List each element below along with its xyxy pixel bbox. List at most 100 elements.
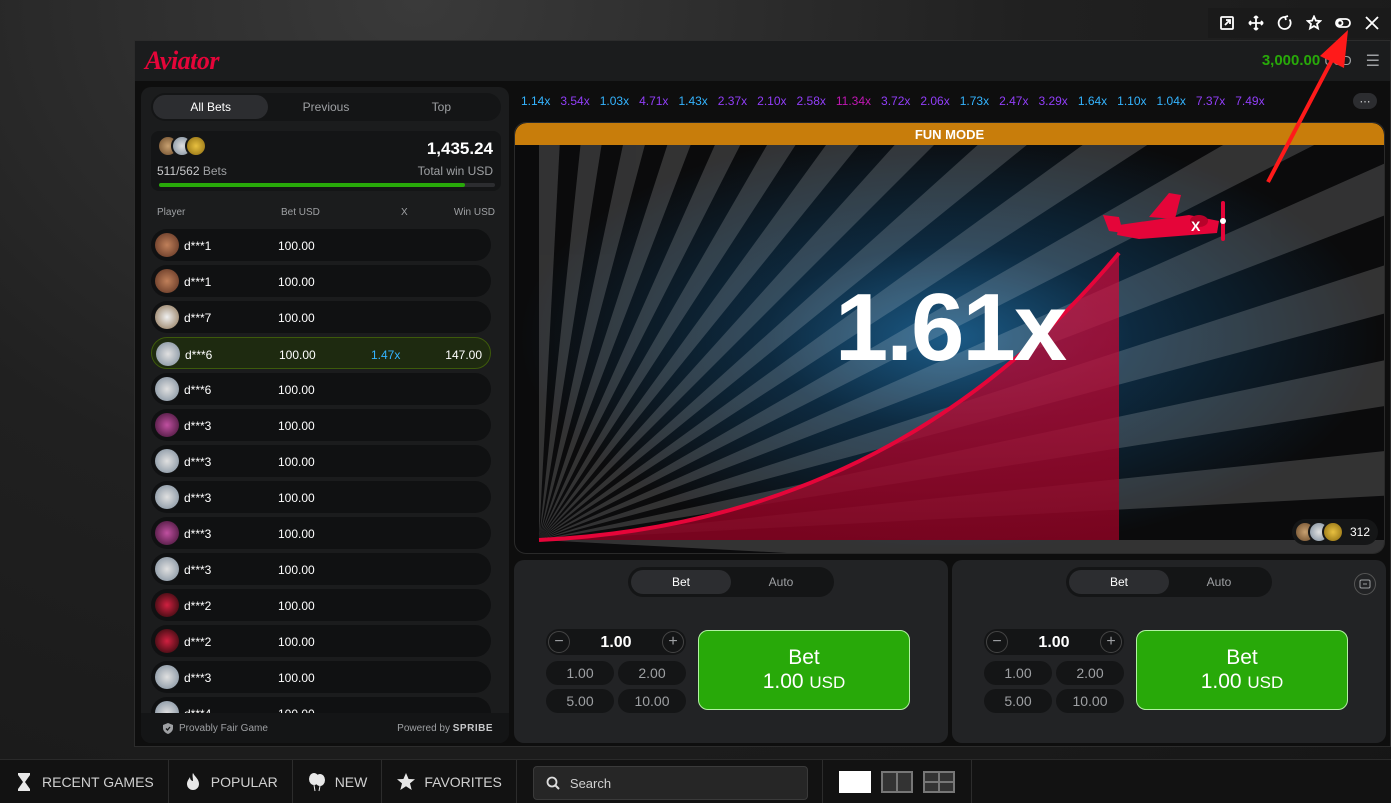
provably-fair-label: Provably Fair Game [179,722,268,734]
provably-fair-link[interactable]: Provably Fair Game [163,722,268,734]
bet-amount: 100.00 [278,599,315,613]
nav-new[interactable]: NEW [293,760,383,803]
player-name: d***3 [184,455,212,469]
bet-row: d***3 100.00 [151,445,491,477]
tab-bet[interactable]: Bet [1069,570,1169,594]
quick-amount-button[interactable]: 2.00 [618,661,686,685]
hamburger-menu-icon[interactable]: ☰ [1366,51,1380,71]
nav-new-label: NEW [334,773,368,790]
layout-two-button[interactable] [880,770,913,793]
history-multiplier: 1.04x [1156,94,1186,108]
history-multiplier: 1.03x [599,94,630,108]
bet-mode-tabs: Bet Auto [1066,567,1272,597]
history-multiplier: 7.37x [1195,94,1226,108]
nav-recent-games[interactable]: RECENT GAMES [0,760,169,803]
quick-amount-button[interactable]: 5.00 [546,689,614,713]
bet-button[interactable]: Bet 1.00 USD [1136,630,1348,710]
remove-bet-panel-button[interactable] [1354,573,1376,595]
sunburst-ray [539,540,1384,553]
history-multiplier: 1.64x [1077,94,1108,108]
bet-mode-tabs: Bet Auto [628,567,834,597]
fun-mode-banner: FUN MODE [515,123,1384,145]
bet-amount: 100.00 [278,635,315,649]
balloons-icon [308,772,325,791]
bottom-nav: RECENT GAMES POPULAR NEW FAVORITES [0,759,1391,803]
avatar [155,305,179,329]
increase-button[interactable]: + [1100,631,1122,653]
bet-amount: 100.00 [278,419,315,433]
bets-progress-fill [159,183,465,187]
quick-amount-button[interactable]: 5.00 [984,689,1052,713]
open-external-icon[interactable] [1216,12,1238,34]
avatar [1321,521,1344,543]
layout-switcher [821,760,972,803]
close-icon[interactable] [1361,12,1383,34]
player-name: d***3 [184,419,212,433]
bets-progress-bar [159,183,495,187]
bet-button[interactable]: Bet 1.00 USD [698,630,910,710]
quick-amount-button[interactable]: 10.00 [618,689,686,713]
layout-four-button[interactable] [922,770,955,793]
quick-amount-button[interactable]: 1.00 [546,661,614,685]
avatar [155,665,179,689]
bet-panel-2: Bet Auto − 1.00 + 1.00 2.00 5.00 10.00 B… [952,560,1386,743]
tab-all-bets[interactable]: All Bets [153,95,269,119]
bet-button-value: 1.00 [1200,670,1242,693]
bet-button-amount: 1.00 USD [763,670,846,694]
game-header: Aviator 3,000.00USD ☰ [135,41,1390,81]
avatar [156,342,180,366]
total-win-value: 1,435.24 [426,139,493,158]
avatar [155,413,179,437]
col-player: Player [157,207,186,218]
search-input[interactable] [569,775,790,791]
increase-button[interactable]: + [662,631,684,653]
tab-bet[interactable]: Bet [631,570,731,594]
player-name: d***6 [184,383,212,397]
player-name: d***1 [184,275,212,289]
hourglass-icon [18,772,30,791]
tab-auto[interactable]: Auto [731,570,831,594]
minus-box-icon [1359,579,1371,589]
history-multiplier: 1.14x [521,94,551,108]
history-multiplier: 3.29x [1038,94,1068,108]
bet-amount: 100.00 [278,671,315,685]
multiplier-history: 1.14x 3.54x 1.03x 4.71x 1.43x 2.37x 2.10x 2.58x… [521,89,1351,113]
nav-popular[interactable]: POPULAR [169,760,293,803]
avatar [155,629,179,653]
flame-icon [186,772,199,790]
player-name: d***3 [184,563,212,577]
bet-amount: 100.00 [278,455,315,469]
online-players: 312 [1291,519,1378,545]
player-name: d***6 [185,348,213,362]
bet-amount-stepper: − 1.00 + [984,629,1124,655]
bets-panel: All Bets Previous Top 511/562 Bets 1,435… [141,87,509,743]
quick-amount-button[interactable]: 10.00 [1056,689,1124,713]
bets-count: 511/562 Bets [157,164,227,178]
powered-by-label: Powered by [397,722,450,734]
history-multiplier: 2.10x [757,94,787,108]
layout-single-button[interactable] [838,770,871,793]
history-multiplier: 2.37x [717,94,748,108]
avatar [155,269,179,293]
quick-amount-button[interactable]: 1.00 [984,661,1052,685]
quick-amount-button[interactable]: 2.00 [1056,661,1124,685]
game-stage: X FUN MODE 1.61x 312 [514,122,1385,554]
avatar [185,135,207,157]
bet-panel-1: Bet Auto − 1.00 + 1.00 2.00 5.00 10.00 B… [514,560,948,743]
bet-amount: 100.00 [278,563,315,577]
online-count: 312 [1349,525,1370,539]
avatar [155,521,179,545]
shield-icon [163,722,173,734]
cashout-multiplier: 1.47x [371,348,401,362]
bet-row: d***6 100.00 [151,373,491,405]
bet-button-amount: 1.00 USD [1201,670,1284,694]
bet-row: d***3 100.00 [151,553,491,585]
tab-top[interactable]: Top [384,95,499,119]
nav-favorites[interactable]: FAVORITES [382,760,517,803]
tab-auto[interactable]: Auto [1169,570,1269,594]
bet-row: d***2 100.00 [151,589,491,621]
history-multiplier: 2.47x [999,94,1029,108]
tab-previous[interactable]: Previous [268,95,383,119]
col-bet: Bet USD [281,207,320,218]
powered-by: Powered by SPRIBE [397,723,493,734]
